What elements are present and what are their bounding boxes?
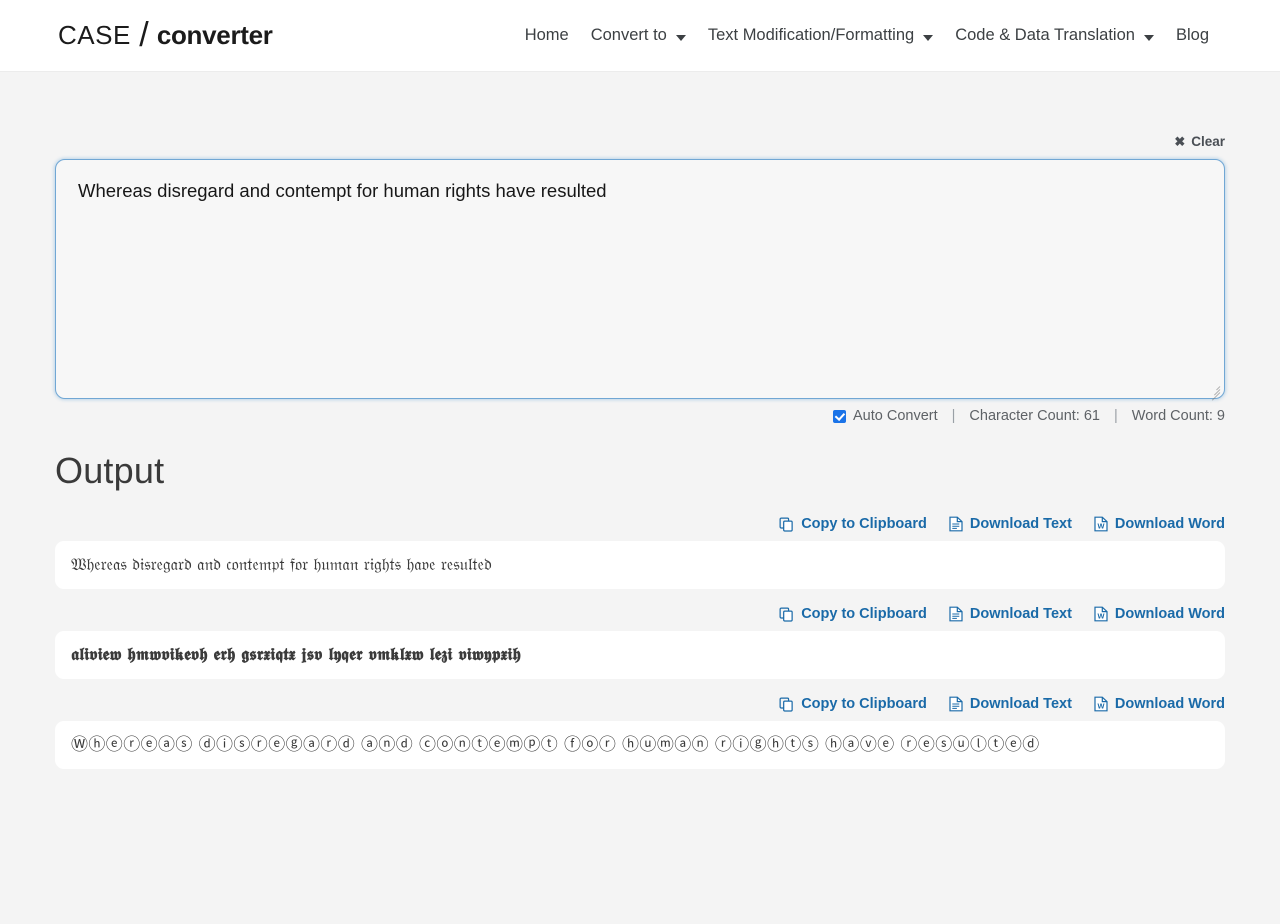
output-result-text: 𝖆𝖑𝖎𝖛𝖎𝖊𝖜 𝖍𝖒𝖜𝖛𝖎𝖐𝖊𝖛𝖍 𝖊𝖗𝖍 𝖌𝖘𝖗𝖝𝖎𝖖𝖙𝖝 𝖏𝖘𝖛 𝖑𝖞𝖖𝖊𝖗… (71, 644, 521, 665)
nav-item-home[interactable]: Home (514, 20, 580, 51)
download-text-button[interactable]: Download Text (949, 696, 1072, 712)
copy-to-clipboard-button[interactable]: Copy to Clipboard (779, 516, 927, 532)
output-result-block: Copy to Clipboard Download Text W Downlo… (55, 696, 1225, 769)
action-label: Copy to Clipboard (801, 696, 927, 712)
page-content: ✖ Clear Auto Convert | Character Count: … (0, 72, 1280, 769)
copy-icon (779, 697, 794, 712)
nav-item-label: Code & Data Translation (955, 26, 1135, 44)
download-word-button[interactable]: W Download Word (1094, 606, 1225, 622)
download-word-icon: W (1094, 516, 1108, 532)
output-actions: Copy to Clipboard Download Text W Downlo… (55, 696, 1225, 721)
copy-to-clipboard-button[interactable]: Copy to Clipboard (779, 696, 927, 712)
output-actions: Copy to Clipboard Download Text W Downlo… (55, 516, 1225, 541)
download-text-icon (949, 516, 963, 532)
nav-item-label: Text Modification/Formatting (707, 26, 915, 44)
close-x-icon: ✖ (1174, 134, 1186, 149)
input-textarea-wrapper (55, 159, 1225, 401)
chevron-down-icon (923, 34, 934, 41)
chevron-down-icon (1143, 34, 1154, 41)
download-text-icon (949, 606, 963, 622)
stats-divider: | (951, 408, 956, 424)
input-textarea[interactable] (55, 159, 1225, 399)
copy-icon (779, 607, 794, 622)
logo-converter-text: converter (156, 20, 273, 50)
svg-text:W: W (1097, 612, 1104, 621)
nav-item-convert-to[interactable]: Convert to (580, 20, 697, 51)
output-result-block: Copy to Clipboard Download Text W Downlo… (55, 516, 1225, 589)
auto-convert-checkbox[interactable] (832, 409, 846, 423)
download-word-icon: W (1094, 606, 1108, 622)
nav-item-text-modification-formatting[interactable]: Text Modification/Formatting (697, 20, 944, 51)
download-text-button[interactable]: Download Text (949, 516, 1072, 532)
output-result-box[interactable]: 𝔚𝔥𝔢𝔯𝔢𝔞𝔰 𝔡𝔦𝔰𝔯𝔢𝔤𝔞𝔯𝔡 𝔞𝔫𝔡 𝔠𝔬𝔫𝔱𝔢𝔪𝔭𝔱 𝔣𝔬𝔯 𝔥𝔲𝔪𝔞𝔫… (55, 541, 1225, 589)
logo-slash-icon: / (139, 15, 149, 54)
download-word-button[interactable]: W Download Word (1094, 516, 1225, 532)
input-toolbar: ✖ Clear (55, 72, 1225, 159)
nav-item-label: Home (524, 26, 569, 44)
svg-text:W: W (1097, 702, 1104, 711)
action-label: Download Word (1114, 516, 1225, 532)
output-result-text: Ⓦⓗⓔⓡⓔⓐⓢ ⓓⓘⓢⓡⓔⓖⓐⓡⓓ ⓐⓝⓓ ⓒⓞⓝⓣⓔⓜⓟⓣ ⓕⓞⓡ ⓗⓤⓜⓐⓝ… (71, 734, 1040, 755)
nav-item-label: Convert to (590, 26, 667, 44)
clear-button[interactable]: ✖ Clear (1174, 134, 1225, 149)
word-count: Word Count: 9 (1131, 408, 1225, 424)
input-stats-bar: Auto Convert | Character Count: 61 | Wor… (55, 399, 1225, 424)
site-header: CASE / converter Home Convert to Text Mo… (0, 0, 1280, 72)
action-label: Download Text (969, 696, 1072, 712)
chevron-down-icon (675, 34, 686, 41)
action-label: Download Text (969, 606, 1072, 622)
action-label: Copy to Clipboard (801, 516, 927, 532)
action-label: Download Word (1114, 696, 1225, 712)
output-actions: Copy to Clipboard Download Text W Downlo… (55, 606, 1225, 631)
download-text-icon (949, 696, 963, 712)
copy-to-clipboard-button[interactable]: Copy to Clipboard (779, 606, 927, 622)
download-text-button[interactable]: Download Text (949, 606, 1072, 622)
character-count: Character Count: 61 (969, 408, 1100, 424)
site-logo[interactable]: CASE / converter (58, 15, 273, 54)
logo-case-text: CASE (58, 20, 131, 50)
nav-item-label: Blog (1175, 26, 1209, 44)
output-result-box[interactable]: 𝖆𝖑𝖎𝖛𝖎𝖊𝖜 𝖍𝖒𝖜𝖛𝖎𝖐𝖊𝖛𝖍 𝖊𝖗𝖍 𝖌𝖘𝖗𝖝𝖎𝖖𝖙𝖝 𝖏𝖘𝖛 𝖑𝖞𝖖𝖊𝖗… (55, 631, 1225, 679)
copy-icon (779, 517, 794, 532)
action-label: Download Text (969, 516, 1072, 532)
nav-item-blog[interactable]: Blog (1165, 20, 1220, 51)
download-word-icon: W (1094, 696, 1108, 712)
svg-text:W: W (1097, 522, 1104, 531)
output-result-text: 𝔚𝔥𝔢𝔯𝔢𝔞𝔰 𝔡𝔦𝔰𝔯𝔢𝔤𝔞𝔯𝔡 𝔞𝔫𝔡 𝔠𝔬𝔫𝔱𝔢𝔪𝔭𝔱 𝔣𝔬𝔯 𝔥𝔲𝔪𝔞𝔫… (71, 554, 492, 575)
auto-convert-label: Auto Convert (852, 408, 938, 424)
action-label: Copy to Clipboard (801, 606, 927, 622)
action-label: Download Word (1114, 606, 1225, 622)
auto-convert-toggle[interactable]: Auto Convert (832, 408, 938, 424)
main-navigation: Home Convert to Text Modification/Format… (514, 20, 1220, 51)
stats-divider: | (1113, 408, 1118, 424)
output-result-block: Copy to Clipboard Download Text W Downlo… (55, 606, 1225, 679)
clear-button-label: Clear (1191, 134, 1225, 149)
nav-item-code-data-translation[interactable]: Code & Data Translation (944, 20, 1165, 51)
output-heading: Output (55, 450, 165, 491)
output-result-box[interactable]: Ⓦⓗⓔⓡⓔⓐⓢ ⓓⓘⓢⓡⓔⓖⓐⓡⓓ ⓐⓝⓓ ⓒⓞⓝⓣⓔⓜⓟⓣ ⓕⓞⓡ ⓗⓤⓜⓐⓝ… (55, 721, 1225, 769)
download-word-button[interactable]: W Download Word (1094, 696, 1225, 712)
